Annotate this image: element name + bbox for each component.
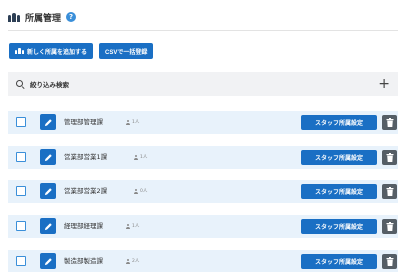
department-row: 営業部営業2課 0人 スタッフ所属設定 bbox=[8, 180, 398, 203]
row-checkbox[interactable] bbox=[16, 186, 26, 196]
page-header: 所属管理 ? bbox=[8, 8, 77, 26]
delete-button[interactable] bbox=[382, 115, 397, 130]
edit-button[interactable] bbox=[40, 218, 56, 234]
department-row: 営業部営業1課 1人 スタッフ所属設定 bbox=[8, 146, 398, 169]
person-icon bbox=[126, 224, 130, 229]
edit-button[interactable] bbox=[40, 149, 56, 165]
department-row: 製造部製造課 2人 スタッフ所属設定 bbox=[8, 250, 398, 272]
department-name: 営業部営業2課 bbox=[64, 187, 108, 195]
member-count: 0人 bbox=[134, 180, 147, 203]
member-count: 2人 bbox=[126, 250, 139, 272]
pencil-icon bbox=[44, 222, 52, 230]
filter-label: 絞り込み検索 bbox=[30, 81, 69, 89]
person-icon bbox=[134, 155, 138, 160]
row-checkbox[interactable] bbox=[16, 152, 26, 162]
trash-icon bbox=[386, 187, 393, 196]
department-row: 管理部管理課 1人 スタッフ所属設定 bbox=[8, 111, 398, 134]
row-checkbox[interactable] bbox=[16, 117, 26, 127]
staff-assignment-button[interactable]: スタッフ所属設定 bbox=[301, 150, 377, 165]
department-name: 製造部製造課 bbox=[64, 257, 103, 265]
delete-button[interactable] bbox=[382, 150, 397, 165]
group-icon bbox=[8, 12, 20, 22]
department-name: 経理部経理課 bbox=[64, 222, 103, 230]
divider bbox=[8, 30, 398, 31]
edit-button[interactable] bbox=[40, 253, 56, 269]
member-count: 1人 bbox=[126, 215, 139, 238]
csv-import-button[interactable]: CSVで一括登録 bbox=[99, 43, 154, 59]
member-count-value: 1人 bbox=[132, 120, 140, 125]
member-count-value: 1人 bbox=[132, 224, 140, 229]
add-department-label: 新しく所属を追加する bbox=[27, 49, 88, 56]
trash-icon bbox=[386, 118, 393, 127]
group-icon bbox=[15, 48, 24, 54]
pencil-icon bbox=[44, 257, 52, 265]
trash-icon bbox=[386, 257, 393, 266]
pencil-icon bbox=[44, 153, 52, 161]
row-checkbox[interactable] bbox=[16, 221, 26, 231]
member-count: 1人 bbox=[126, 111, 139, 134]
member-count-value: 2人 bbox=[132, 259, 140, 264]
page-title: 所属管理 bbox=[25, 13, 62, 24]
edit-button[interactable] bbox=[40, 183, 56, 199]
delete-button[interactable] bbox=[382, 184, 397, 199]
pencil-icon bbox=[44, 118, 52, 126]
search-icon bbox=[16, 79, 25, 89]
expand-filter-icon[interactable]: + bbox=[378, 75, 390, 93]
person-icon bbox=[126, 120, 130, 125]
edit-button[interactable] bbox=[40, 114, 56, 130]
person-icon bbox=[126, 259, 130, 264]
person-icon bbox=[134, 189, 138, 194]
member-count-value: 0人 bbox=[140, 189, 148, 194]
add-department-button[interactable]: 新しく所属を追加する bbox=[9, 43, 94, 59]
action-bar: 新しく所属を追加する CSVで一括登録 bbox=[9, 43, 154, 59]
trash-icon bbox=[386, 153, 393, 162]
trash-icon bbox=[386, 222, 393, 231]
department-row: 経理部経理課 1人 スタッフ所属設定 bbox=[8, 215, 398, 238]
department-name: 管理部管理課 bbox=[64, 118, 103, 126]
row-checkbox[interactable] bbox=[16, 256, 26, 266]
member-count: 1人 bbox=[134, 146, 147, 169]
staff-assignment-button[interactable]: スタッフ所属設定 bbox=[301, 184, 377, 199]
pencil-icon bbox=[44, 187, 52, 195]
delete-button[interactable] bbox=[382, 219, 397, 234]
filter-bar[interactable]: 絞り込み検索 + bbox=[8, 72, 398, 96]
help-icon[interactable]: ? bbox=[66, 12, 77, 22]
department-name: 営業部営業1課 bbox=[64, 153, 108, 161]
staff-assignment-button[interactable]: スタッフ所属設定 bbox=[301, 254, 377, 269]
staff-assignment-button[interactable]: スタッフ所属設定 bbox=[301, 115, 377, 130]
staff-assignment-button[interactable]: スタッフ所属設定 bbox=[301, 219, 377, 234]
delete-button[interactable] bbox=[382, 254, 397, 269]
member-count-value: 1人 bbox=[140, 155, 148, 160]
